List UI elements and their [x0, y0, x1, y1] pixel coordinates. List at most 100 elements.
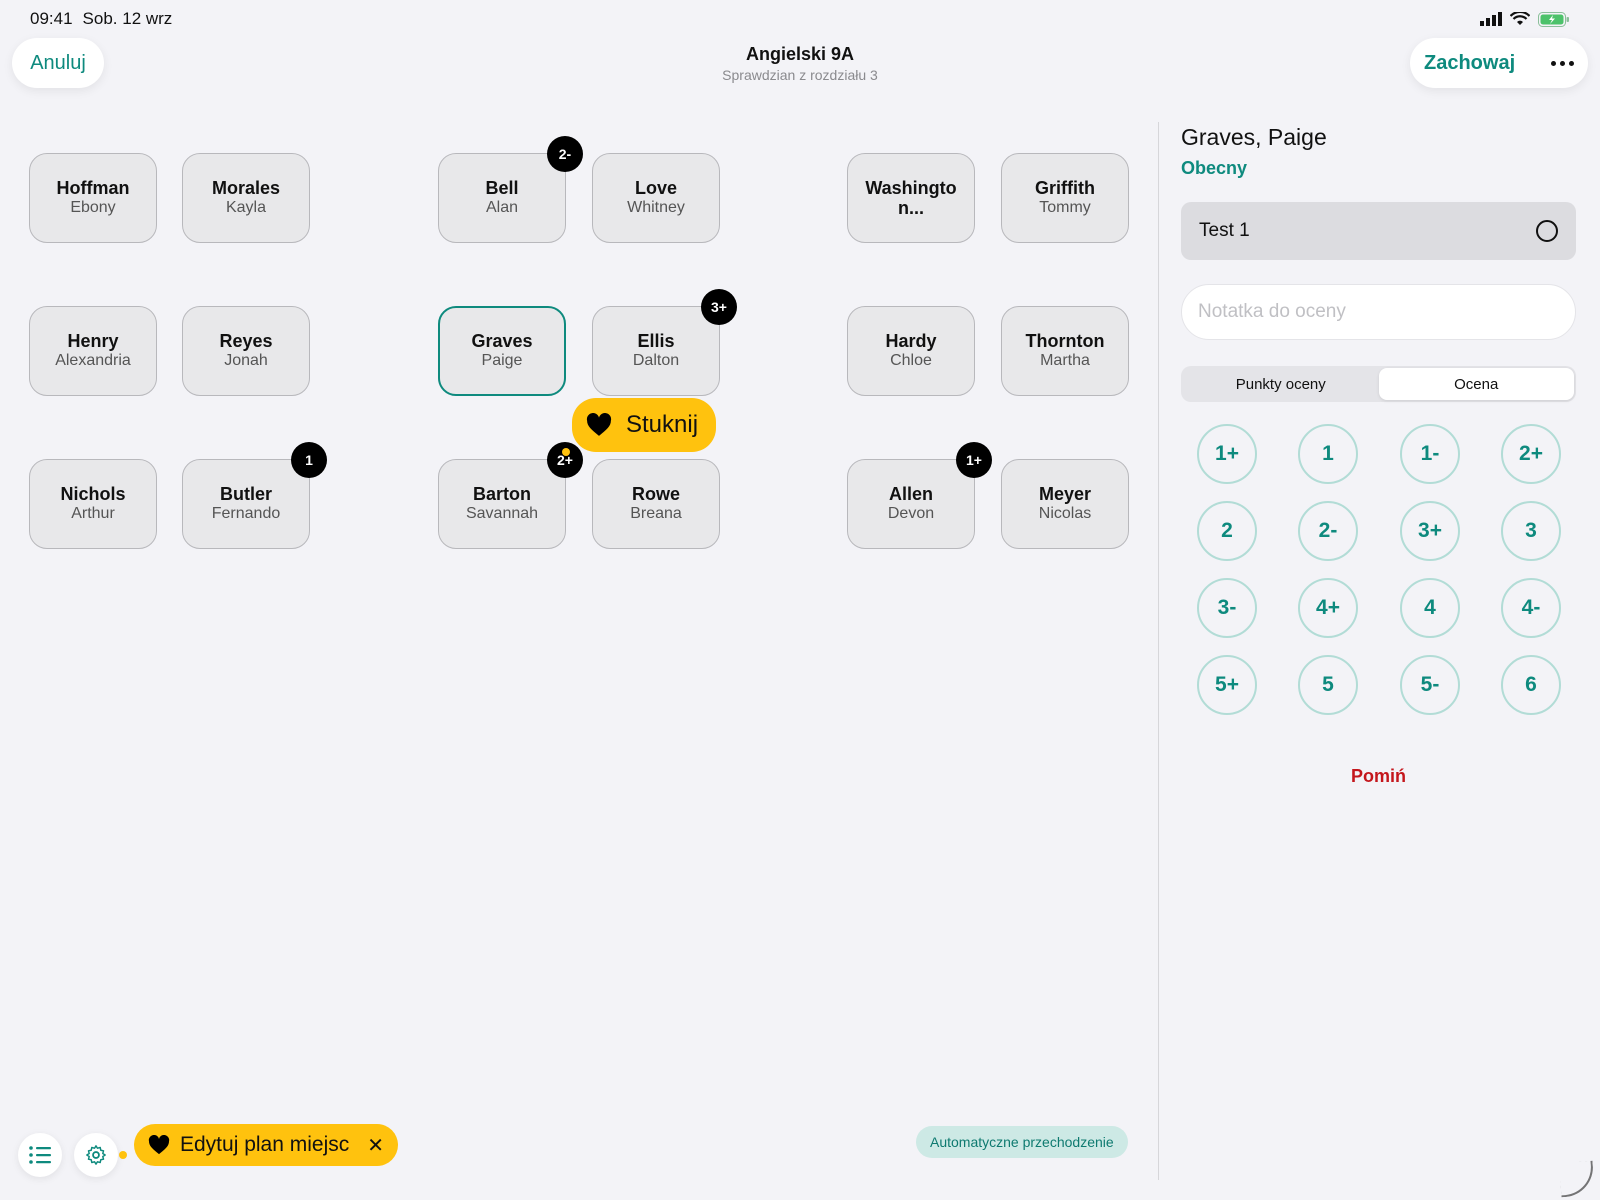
grade-button[interactable]: 4: [1400, 578, 1460, 638]
seat-last-name: Graves: [471, 331, 533, 351]
grade-button[interactable]: 2+: [1501, 424, 1561, 484]
status-left: 09:41 Sob. 12 wrz: [30, 9, 172, 29]
seat-last-name: Washingto n...: [865, 178, 957, 218]
seat-first-name: Tommy: [1039, 199, 1091, 216]
seat-first-name: Jonah: [224, 352, 268, 369]
seat-meyer[interactable]: Meyer Nicolas: [1001, 459, 1129, 549]
tap-tooltip-label: Stuknij: [626, 411, 699, 438]
settings-button[interactable]: [74, 1133, 118, 1177]
seat-first-name: Paige: [481, 352, 523, 369]
grade-note-input[interactable]: [1181, 284, 1576, 340]
seat-butler[interactable]: Butler Fernando 1: [182, 442, 327, 549]
edit-seating-tooltip[interactable]: Edytuj plan miejsc ✕: [134, 1124, 399, 1166]
grade-button[interactable]: 3-: [1197, 578, 1257, 638]
student-name: Graves, Paige: [1181, 124, 1327, 150]
header-actions: Zachowaj: [1410, 38, 1588, 88]
seat-first-name: Chloe: [890, 352, 932, 369]
grade-badge: 1+: [956, 442, 992, 478]
seat-thornton[interactable]: Thornton Martha: [1001, 306, 1129, 396]
tab-grade[interactable]: Ocena: [1378, 368, 1574, 400]
grade-button[interactable]: 2: [1197, 501, 1257, 561]
seat-last-name: Morales: [211, 178, 281, 198]
grade-button[interactable]: 5+: [1197, 655, 1257, 715]
seat-nichols[interactable]: Nichols Arthur: [29, 459, 157, 549]
seat-first-name: Whitney: [627, 199, 685, 216]
auto-advance-toggle[interactable]: Automatyczne przechodzenie: [916, 1126, 1128, 1158]
seat-love[interactable]: Love Whitney: [592, 153, 720, 243]
seat-first-name: Ebony: [70, 199, 116, 216]
seat-last-name: Reyes: [219, 331, 273, 351]
panel-divider: [1158, 122, 1159, 1180]
grade-button[interactable]: 1-: [1400, 424, 1460, 484]
seat-bell[interactable]: Bell Alan 2-: [438, 136, 583, 243]
seat-last-name: Barton: [473, 484, 531, 504]
list-icon: [29, 1146, 51, 1164]
seat-hoffman[interactable]: Hoffman Ebony: [29, 153, 157, 243]
list-view-button[interactable]: [18, 1133, 62, 1177]
seat-last-name: Ellis: [637, 331, 675, 351]
seat-morales[interactable]: Morales Kayla: [182, 153, 310, 243]
signal-icon: [1480, 12, 1502, 26]
heart-icon: [148, 1135, 170, 1155]
test-row[interactable]: Test 1: [1181, 202, 1576, 260]
grade-badge: 1: [291, 442, 327, 478]
seat-last-name: Griffith: [1035, 178, 1095, 198]
seat-first-name: Devon: [887, 505, 935, 522]
tab-grade-points[interactable]: Punkty oceny: [1183, 368, 1379, 400]
seat-first-name: Fernando: [211, 505, 281, 522]
status-time: 09:41: [30, 9, 73, 28]
seat-graves-selected[interactable]: Graves Paige: [438, 306, 566, 396]
pencil-indicator-icon: [1558, 1160, 1596, 1198]
more-icon[interactable]: [1551, 60, 1574, 66]
seat-griffith[interactable]: Griffith Tommy: [1001, 153, 1129, 243]
grade-badge: 2-: [547, 136, 583, 172]
seat-barton[interactable]: Barton Savannah 2+: [438, 442, 583, 549]
grade-button[interactable]: 5: [1298, 655, 1358, 715]
edit-seating-label: Edytuj plan miejsc: [180, 1133, 350, 1156]
grade-button[interactable]: 2-: [1298, 501, 1358, 561]
seat-last-name: Butler: [219, 484, 272, 504]
skip-button[interactable]: Pomiń: [1181, 766, 1576, 787]
grade-button[interactable]: 3: [1501, 501, 1561, 561]
header: Angielski 9A Sprawdzian z rozdziału 3: [0, 44, 1600, 83]
grade-button[interactable]: 1: [1298, 424, 1358, 484]
grade-button[interactable]: 4-: [1501, 578, 1561, 638]
grade-button[interactable]: 1+: [1197, 424, 1257, 484]
seat-last-name: Allen: [888, 484, 933, 504]
wifi-icon: [1510, 12, 1530, 25]
tap-tooltip[interactable]: Stuknij: [572, 398, 717, 452]
save-button[interactable]: Zachowaj: [1424, 52, 1515, 75]
grade-button[interactable]: 6: [1501, 655, 1561, 715]
grade-button[interactable]: 3+: [1400, 501, 1460, 561]
seat-last-name: Rowe: [631, 484, 680, 504]
battery-icon: [1538, 11, 1569, 27]
attendance-status[interactable]: Obecny: [1181, 158, 1247, 179]
seat-first-name: Dalton: [632, 352, 680, 369]
grade-button[interactable]: 5-: [1400, 655, 1460, 715]
grade-button[interactable]: 4+: [1298, 578, 1358, 638]
seat-last-name: Hardy: [885, 331, 937, 351]
radio-circle-icon[interactable]: [1536, 220, 1558, 242]
seat-last-name: Meyer: [1038, 484, 1092, 504]
seat-last-name: Thornton: [1025, 331, 1105, 351]
grade-mode-segmented: Punkty oceny Ocena: [1181, 366, 1576, 402]
seat-last-name: Hoffman: [56, 178, 130, 198]
seat-washington[interactable]: Washingto n...: [847, 153, 975, 243]
status-date: Sob. 12 wrz: [82, 9, 173, 28]
seat-ellis[interactable]: Ellis Dalton 3+: [592, 289, 737, 396]
seat-last-name: Bell: [485, 178, 519, 198]
tooltip-pointer: [119, 1151, 127, 1159]
seat-first-name: Martha: [1040, 352, 1090, 369]
close-icon[interactable]: ✕: [367, 1133, 384, 1158]
seat-allen[interactable]: Allen Devon 1+: [847, 442, 992, 549]
seat-first-name: Alan: [485, 199, 519, 216]
seat-hardy[interactable]: Hardy Chloe: [847, 306, 975, 396]
seat-first-name: Savannah: [465, 505, 539, 522]
seat-rowe[interactable]: Rowe Breana: [592, 459, 720, 549]
seat-reyes[interactable]: Reyes Jonah: [182, 306, 310, 396]
seat-last-name: Henry: [67, 331, 119, 351]
seat-first-name: Kayla: [225, 199, 267, 216]
seat-henry[interactable]: Henry Alexandria: [29, 306, 157, 396]
test-name: Test 1: [1199, 220, 1250, 241]
seat-first-name: Nicolas: [1038, 505, 1092, 522]
